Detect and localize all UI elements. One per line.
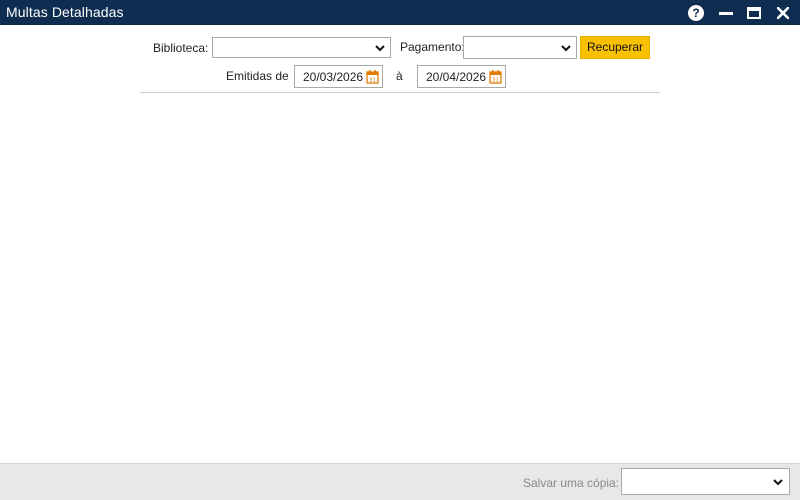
footer-bar: Salvar uma cópia: [0,463,800,500]
date-to-value: 20/04/2026 [426,70,487,84]
minimize-button[interactable] [715,2,737,23]
retrieve-button[interactable]: Recuperar [580,36,650,59]
chevron-down-icon [773,479,783,486]
maximize-button[interactable] [743,2,765,23]
date-from-field[interactable]: 20/03/2026 31 [294,65,383,88]
issued-from-label: Emitidas de [226,69,289,83]
help-button[interactable]: ? [685,2,707,23]
svg-text:31: 31 [369,78,376,84]
minimize-icon [719,12,733,15]
payment-label: Pagamento: [400,40,465,54]
calendar-icon[interactable]: 31 [489,70,502,84]
divider [140,92,660,93]
chevron-down-icon [561,45,571,52]
title-bar: Multas Detalhadas ? [0,0,800,25]
save-copy-select[interactable] [621,468,790,495]
close-button[interactable] [772,2,794,23]
maximize-icon [747,6,761,19]
payment-select[interactable] [463,36,577,59]
library-label: Biblioteca: [153,41,209,55]
svg-text:31: 31 [492,78,499,84]
library-select[interactable] [212,37,391,58]
chevron-down-icon [375,45,385,52]
save-copy-label: Salvar uma cópia: [523,476,620,490]
date-from-value: 20/03/2026 [303,70,364,84]
date-to-field[interactable]: 20/04/2026 31 [417,65,506,88]
help-icon: ? [688,4,704,21]
close-icon [777,6,789,19]
to-label: à [396,69,403,83]
calendar-icon[interactable]: 31 [366,70,379,84]
window-title: Multas Detalhadas [6,4,124,20]
